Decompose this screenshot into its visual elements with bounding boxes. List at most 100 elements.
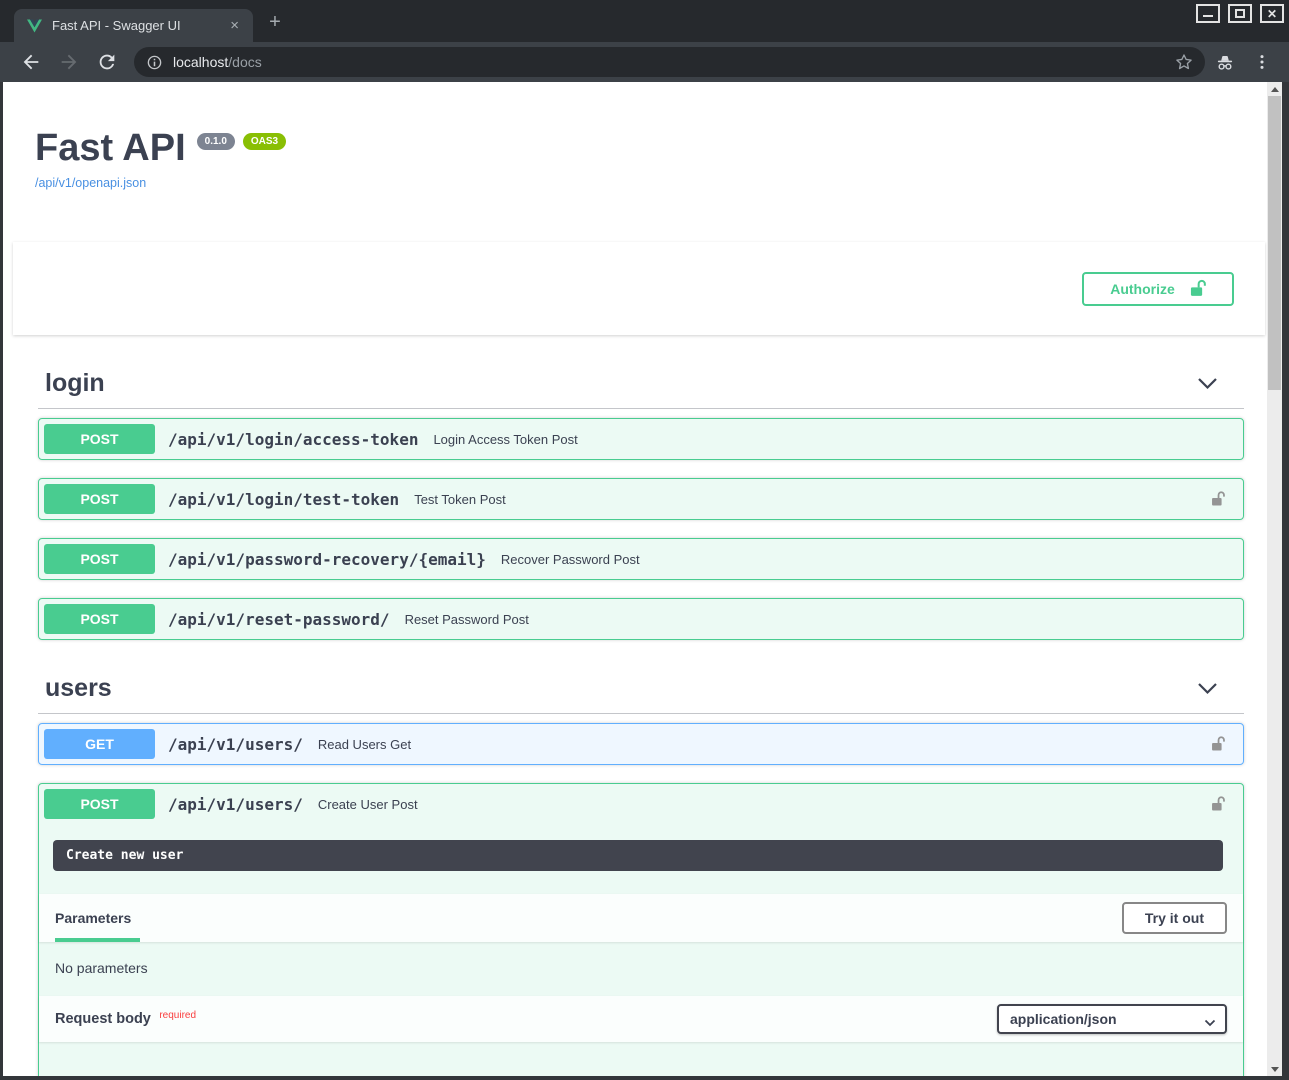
endpoint-description: Login Access Token Post xyxy=(433,432,577,447)
page-title: Fast API xyxy=(35,128,186,168)
section-users: users GET /api/v1/users/ Read Users Get xyxy=(38,668,1244,1076)
url-host: localhost xyxy=(173,54,228,70)
endpoint-description: Reset Password Post xyxy=(405,612,529,627)
auth-lock-icon[interactable] xyxy=(1210,795,1225,813)
auth-lock-icon[interactable] xyxy=(1210,735,1225,753)
favicon-v-icon xyxy=(27,19,42,33)
scrollbar-thumb[interactable] xyxy=(1268,96,1281,390)
endpoint-row: GET /api/v1/users/ Read Users Get xyxy=(38,723,1244,765)
version-badge: 0.1.0 xyxy=(197,133,235,150)
auth-lock-icon[interactable] xyxy=(1210,490,1225,508)
content-type-select[interactable]: application/json xyxy=(997,1004,1227,1034)
section-title: users xyxy=(45,674,112,703)
section-title: login xyxy=(45,369,105,398)
required-flag: required xyxy=(159,1010,196,1021)
minimize-icon xyxy=(1203,15,1213,17)
browser-tab[interactable]: Fast API - Swagger UI × xyxy=(14,9,253,42)
close-button[interactable]: ✕ xyxy=(1260,4,1284,23)
window-controls: ✕ xyxy=(1196,4,1284,23)
method-badge: GET xyxy=(44,729,155,759)
model-example: Example Value Schema { xyxy=(39,1042,1243,1076)
browser-toolbar: localhost/docs xyxy=(0,42,1289,82)
content-type-value: application/json xyxy=(1010,1011,1117,1027)
endpoint-path: /api/v1/login/test-token xyxy=(168,490,399,509)
page-viewport: Fast API 0.1.0 OAS3 /api/v1/openapi.json… xyxy=(3,82,1267,1076)
maximize-icon xyxy=(1235,9,1245,18)
tab-close-icon[interactable]: × xyxy=(226,18,243,33)
select-chevron-icon xyxy=(1204,1014,1216,1030)
endpoint-summary[interactable]: POST /api/v1/reset-password/ Reset Passw… xyxy=(39,599,1243,639)
endpoint-row-expanded: POST /api/v1/users/ Create User Post Cre… xyxy=(38,783,1244,1076)
request-body-label-group: Request body required xyxy=(55,1010,196,1028)
authorize-label: Authorize xyxy=(1110,281,1175,297)
parameters-tab[interactable]: Parameters xyxy=(55,910,131,926)
browser-menu-icon[interactable] xyxy=(1253,53,1271,71)
openapi-spec-link[interactable]: /api/v1/openapi.json xyxy=(35,176,146,190)
reload-icon[interactable] xyxy=(96,51,118,73)
minimize-button[interactable] xyxy=(1196,4,1220,23)
browser-titlebar: Fast API - Swagger UI × + ✕ xyxy=(0,0,1289,42)
method-badge: POST xyxy=(44,604,155,634)
tab-title: Fast API - Swagger UI xyxy=(52,18,216,33)
endpoint-description: Recover Password Post xyxy=(501,552,640,567)
operation-body: Create new user Parameters Try it out No… xyxy=(39,840,1243,1076)
endpoint-summary[interactable]: GET /api/v1/users/ Read Users Get xyxy=(39,724,1243,764)
method-badge: POST xyxy=(44,424,155,454)
endpoint-row: POST /api/v1/login/access-token Login Ac… xyxy=(38,418,1244,460)
no-parameters-text: No parameters xyxy=(39,942,1243,996)
method-badge: POST xyxy=(44,484,155,514)
endpoint-summary[interactable]: POST /api/v1/users/ Create User Post xyxy=(39,784,1243,824)
method-badge: POST xyxy=(44,789,155,819)
page-scrollbar[interactable] xyxy=(1267,82,1282,1076)
try-it-out-button[interactable]: Try it out xyxy=(1122,902,1227,934)
section-login-header[interactable]: login xyxy=(38,363,1244,409)
endpoint-row: POST /api/v1/reset-password/ Reset Passw… xyxy=(38,598,1244,640)
method-badge: POST xyxy=(44,544,155,574)
operation-description: Create new user xyxy=(53,840,1223,871)
section-users-header[interactable]: users xyxy=(38,668,1244,714)
endpoint-row: POST /api/v1/password-recovery/{email} R… xyxy=(38,538,1244,580)
endpoint-description: Read Users Get xyxy=(318,737,411,752)
endpoint-path: /api/v1/users/ xyxy=(168,795,303,814)
endpoint-path: /api/v1/reset-password/ xyxy=(168,610,390,629)
endpoint-row: POST /api/v1/login/test-token Test Token… xyxy=(38,478,1244,520)
toolbar-right-icons xyxy=(1215,53,1271,72)
scheme-container: Authorize xyxy=(13,242,1265,335)
parameters-header: Parameters Try it out xyxy=(39,894,1243,942)
active-tab-underline xyxy=(55,938,140,942)
authorize-button[interactable]: Authorize xyxy=(1082,272,1234,306)
window-frame-right xyxy=(1282,82,1289,1080)
endpoint-path: /api/v1/password-recovery/{email} xyxy=(168,550,486,569)
maximize-button[interactable] xyxy=(1228,4,1252,23)
triangle-down-icon xyxy=(1271,1067,1279,1072)
scrollbar-up-arrow[interactable] xyxy=(1267,82,1282,96)
chevron-down-icon[interactable] xyxy=(1197,377,1218,390)
section-login: login POST /api/v1/login/access-token Lo… xyxy=(38,363,1244,640)
triangle-up-icon xyxy=(1271,87,1279,92)
incognito-icon xyxy=(1215,53,1235,72)
unlock-icon xyxy=(1189,279,1206,298)
bookmark-star-icon[interactable] xyxy=(1175,53,1193,71)
endpoint-path: /api/v1/login/access-token xyxy=(168,430,418,449)
endpoint-summary[interactable]: POST /api/v1/login/access-token Login Ac… xyxy=(39,419,1243,459)
forward-icon[interactable] xyxy=(58,51,80,73)
request-body-header: Request body required application/json xyxy=(39,996,1243,1042)
browser-window: Fast API - Swagger UI × + ✕ localhost/do… xyxy=(0,0,1289,1080)
scrollbar-down-arrow[interactable] xyxy=(1267,1062,1282,1076)
url-text: localhost/docs xyxy=(173,54,262,70)
endpoint-description: Test Token Post xyxy=(414,492,506,507)
window-frame-left xyxy=(0,82,3,1076)
endpoint-summary[interactable]: POST /api/v1/password-recovery/{email} R… xyxy=(39,539,1243,579)
page-info-icon[interactable] xyxy=(146,54,163,71)
endpoint-summary[interactable]: POST /api/v1/login/test-token Test Token… xyxy=(39,479,1243,519)
request-body-label: Request body xyxy=(55,1011,151,1027)
oas3-badge: OAS3 xyxy=(243,133,286,150)
window-frame-bottom xyxy=(0,1076,1289,1080)
endpoint-description: Create User Post xyxy=(318,797,418,812)
chevron-down-icon[interactable] xyxy=(1197,682,1218,695)
back-icon[interactable] xyxy=(20,51,42,73)
address-bar[interactable]: localhost/docs xyxy=(134,47,1205,77)
endpoint-path: /api/v1/users/ xyxy=(168,735,303,754)
new-tab-button[interactable]: + xyxy=(261,9,289,35)
url-path: /docs xyxy=(228,54,261,70)
